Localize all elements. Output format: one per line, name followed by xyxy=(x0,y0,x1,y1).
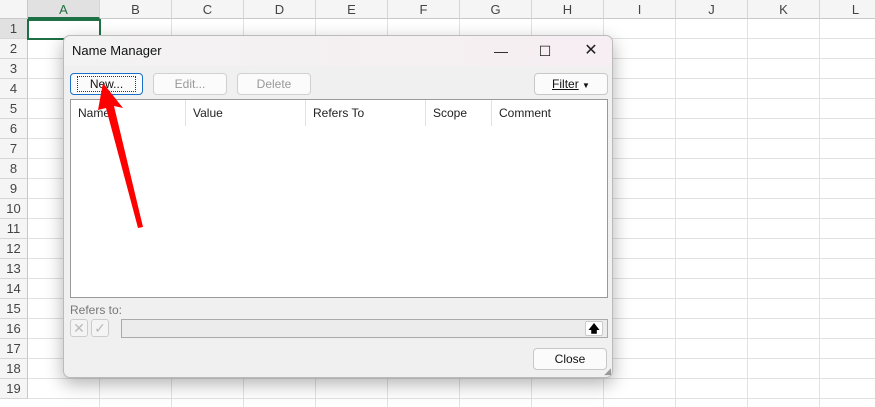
red-arrow-annotation xyxy=(98,83,143,228)
arrow-icon xyxy=(98,83,143,228)
